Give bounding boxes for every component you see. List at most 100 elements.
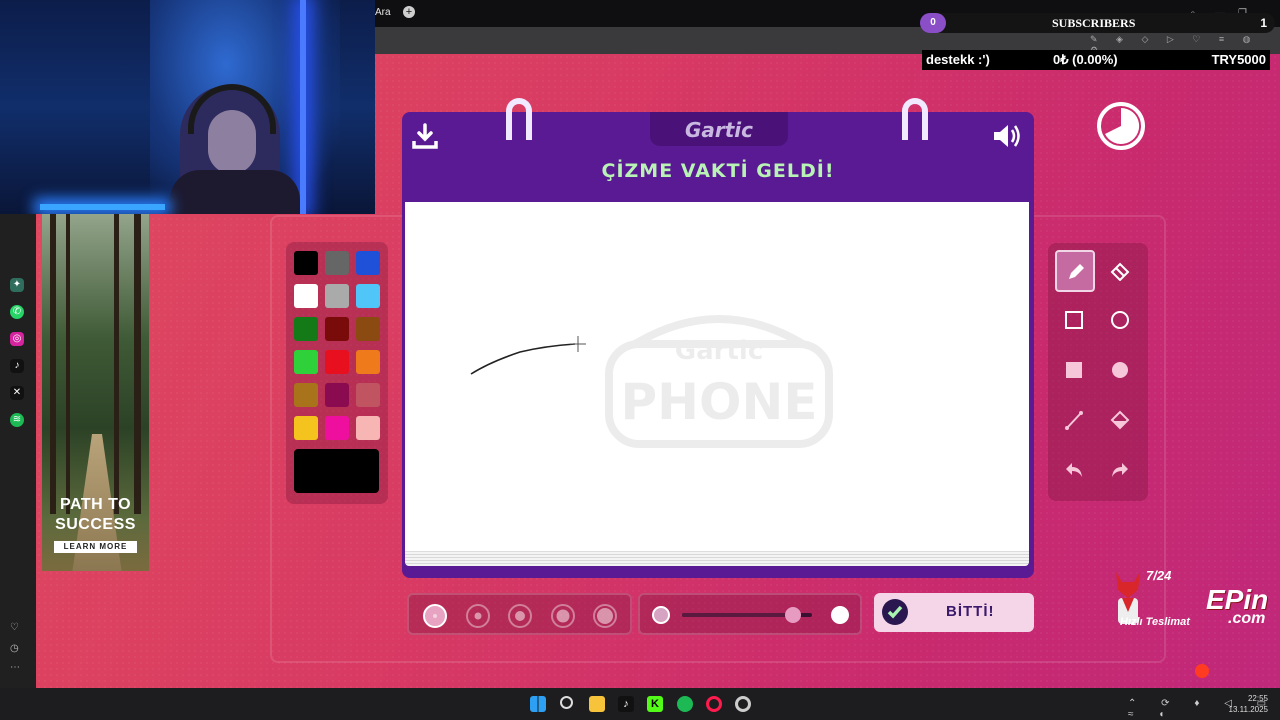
color-swatch[interactable] [356,383,380,407]
donation-target: TRY5000 [1211,52,1266,67]
ad-banner[interactable]: PATH TO SUCCESS LEARN MORE [42,214,149,571]
color-swatch[interactable] [356,350,380,374]
tiktok-icon[interactable]: ♪ [618,696,634,712]
more-icon[interactable]: ⋯ [10,662,20,673]
color-swatch[interactable] [325,251,349,275]
search-icon[interactable] [560,696,573,709]
chatgpt-icon[interactable]: ✦ [10,278,24,292]
done-button[interactable]: BİTTİ! [874,593,1034,632]
kick-icon[interactable]: K [647,696,663,712]
fill-bucket-icon [1110,410,1130,430]
notebook-ring-left [506,98,532,140]
opacity-dot-max [831,606,849,624]
donation-label: destekk :') [926,52,990,67]
ellipse-outline-tool[interactable] [1101,300,1141,342]
ad-learn-more-button[interactable]: LEARN MORE [54,541,137,553]
pencil-tool[interactable] [1055,250,1095,292]
color-swatch[interactable] [294,416,318,440]
tiktok-icon[interactable]: ♪ [10,359,24,373]
timer-icon [1097,102,1145,150]
eraser-icon [1110,262,1130,281]
ad-tree [114,214,119,514]
rectangle-outline-icon [1065,311,1083,329]
current-color-preview [294,449,379,493]
drawing-board-header: Gartic ÇİZME VAKTİ GELDİ! [402,98,1034,200]
ad-headline-line1: PATH TO [59,496,132,513]
opacity-bar [638,593,862,635]
color-swatch[interactable] [294,350,318,374]
heart-icon[interactable]: ♡ [10,622,19,633]
notebook-ring-right [902,98,928,140]
opacity-slider-track[interactable] [682,607,812,623]
file-explorer-icon[interactable] [589,696,605,712]
fill-bucket-tool[interactable] [1101,400,1141,442]
opacity-dot-min [652,606,670,624]
color-swatch[interactable] [356,416,380,440]
instagram-icon[interactable]: ◎ [10,332,24,346]
new-tab-button[interactable]: + [403,6,415,18]
done-label: BİTTİ! [946,603,995,620]
line-tool[interactable] [1055,400,1095,442]
eraser-tool[interactable] [1101,250,1141,292]
donation-goal-bar: destekk :') 0₺ (0.00%) TRY5000 [922,50,1270,70]
line-icon [1065,411,1083,430]
color-swatch[interactable] [356,284,380,308]
recording-indicator [1195,664,1209,678]
round-title: ÇİZME VAKTİ GELDİ! [601,160,835,182]
color-swatch[interactable] [294,383,318,407]
color-swatch[interactable] [325,284,349,308]
webcam-led-strip [40,204,165,210]
color-swatch[interactable] [294,251,318,275]
subscribers-widget: 0 SUBSCRIBERS 1 [920,13,1275,33]
color-swatch[interactable] [356,317,380,341]
spotify-icon[interactable]: ≋ [10,413,24,427]
ad-headline: PATH TO SUCCESS [42,495,149,535]
windows-start-icon[interactable] [530,696,546,712]
redo-tool[interactable] [1101,450,1141,492]
opacity-slider-fill [682,613,793,617]
drawing-canvas[interactable]: Gartic PHONE [405,202,1029,552]
webcam-body [170,170,300,214]
subscribers-start-count: 0 [920,13,946,33]
chrome-icon[interactable] [735,696,751,712]
browser-sidebar: ✦ ✆ ◎ ♪ ✕ ≋ ♡ ◷ ⋯ [0,214,36,688]
download-icon[interactable] [410,122,440,150]
whatsapp-icon[interactable]: ✆ [10,305,24,319]
spotify-icon[interactable] [677,696,693,712]
subscribers-title: SUBSCRIBERS [1052,16,1136,30]
brush-size-bar [407,593,632,635]
color-swatch[interactable] [294,317,318,341]
search-tab[interactable]: Ara [375,7,391,18]
color-swatch[interactable] [325,383,349,407]
ellipse-fill-tool[interactable] [1101,350,1141,392]
brush-size-option[interactable] [465,604,490,628]
color-swatch[interactable] [325,416,349,440]
undo-tool[interactable] [1055,450,1095,492]
rectangle-fill-tool[interactable] [1055,350,1095,392]
brush-size-option[interactable] [593,604,617,628]
clock-date: 13.11.2025 [1228,705,1268,714]
clock[interactable]: 22:55 13.11.2025 [1229,693,1268,715]
history-icon[interactable]: ◷ [10,643,19,654]
sponsor-dotcom: .com [1228,610,1266,627]
rectangle-outline-tool[interactable] [1055,300,1095,342]
sound-icon[interactable] [992,122,1022,150]
color-swatch[interactable] [294,284,318,308]
color-swatch[interactable] [325,317,349,341]
taskbar: ♪ K ⌃ ⟳ ♦ ◁ ▭ ≈ ◖ 22:55 13.11.2025 [0,688,1280,720]
brush-size-option[interactable] [423,604,447,628]
color-swatch[interactable] [356,251,380,275]
opacity-slider-handle[interactable] [784,607,801,623]
x-icon[interactable]: ✕ [10,386,24,400]
color-swatch[interactable] [325,350,349,374]
donation-progress: 0₺ (0.00%) [1053,52,1118,67]
drawing-board: Gartic PHONE [402,200,1034,578]
brush-size-option[interactable] [550,604,575,628]
opera-gx-icon[interactable] [706,696,722,712]
brush-size-option[interactable] [508,604,532,628]
sponsor-count: 7/24 [1146,568,1172,583]
rectangle-fill-icon [1066,362,1082,378]
ad-headline-line2: SUCCESS [55,516,136,533]
webcam-feed [0,0,375,214]
ellipse-fill-icon [1112,362,1128,378]
